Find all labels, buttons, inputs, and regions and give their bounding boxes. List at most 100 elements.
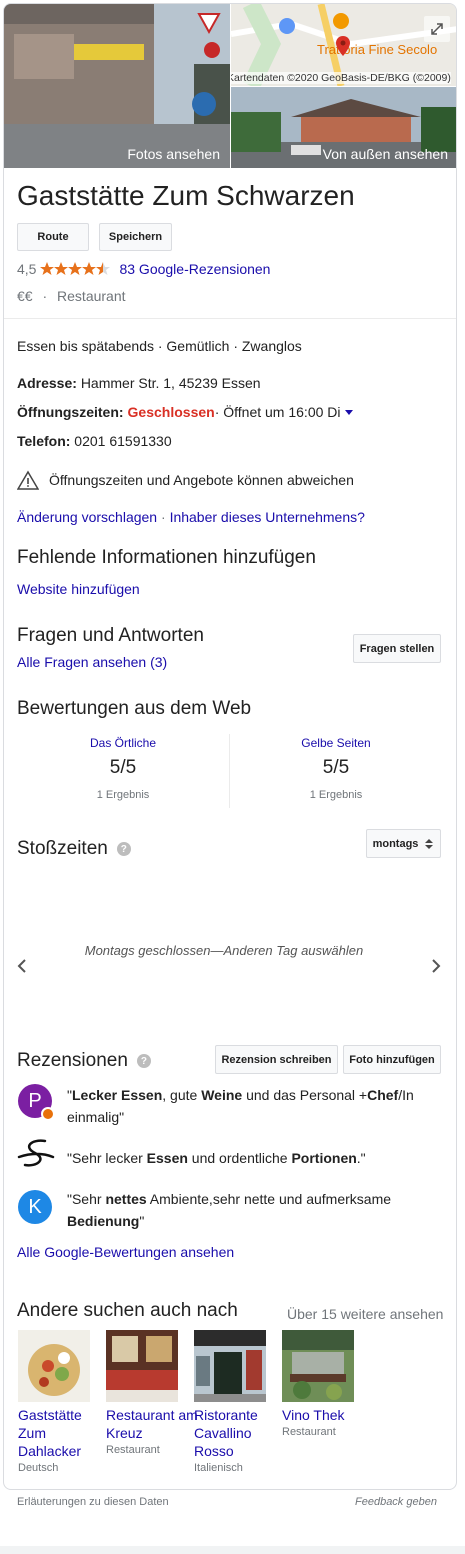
review-text: "Sehr lecker — [67, 1150, 147, 1166]
review-snippet[interactable]: "Lecker Essen, gute Weine und das Person… — [67, 1084, 437, 1128]
google-reviews-link[interactable]: 83 Google-Rezensionen — [119, 261, 270, 277]
review-text: "Sehr — [67, 1191, 106, 1207]
rating-value: 4,5 — [17, 261, 37, 277]
popular-times-title: Stoßzeiten ? — [17, 838, 131, 860]
star-rating — [40, 262, 112, 276]
hours-status: Geschlossen — [127, 404, 215, 420]
phone-row: Telefon: 0201 61591330 — [17, 433, 172, 449]
price-category-row: €€ · Restaurant — [17, 288, 126, 304]
day-select[interactable]: montags — [366, 829, 441, 858]
all-reviews-link[interactable]: Alle Google-Bewertungen ansehen — [17, 1244, 234, 1260]
rating-row: 4,5 83 Google-Rezensionen — [17, 261, 270, 277]
related-place-thumb[interactable] — [194, 1330, 266, 1402]
help-icon[interactable]: ? — [116, 842, 131, 856]
edit-links: Änderung vorschlagen · Inhaber dieses Un… — [17, 509, 365, 525]
phone-label: Telefon: — [17, 433, 71, 449]
photos-label: Fotos ansehen — [127, 146, 220, 162]
signature-logo-icon — [17, 1139, 55, 1167]
more-results-link[interactable]: Über 15 weitere ansehen — [287, 1306, 443, 1322]
price-level: €€ — [17, 288, 33, 304]
hours-label: Öffnungszeiten: — [17, 404, 124, 420]
local-guide-badge-icon — [41, 1107, 55, 1121]
address-row: Adresse: Hammer Str. 1, 45239 Essen — [17, 375, 261, 391]
related-place-name[interactable]: Vino Thek — [282, 1406, 374, 1424]
separator: · — [42, 288, 48, 304]
star-icon — [40, 262, 111, 275]
source-name[interactable]: Gelbe Seiten — [230, 736, 442, 750]
all-questions-link[interactable]: Alle Fragen ansehen (3) — [17, 654, 167, 670]
hours-row[interactable]: Öffnungszeiten: Geschlossen · Öffnet um … — [17, 404, 353, 420]
add-website-link[interactable]: Website hinzufügen — [17, 581, 140, 597]
related-place-name[interactable]: Restaurant am Kreuz — [106, 1406, 198, 1442]
avatar: K — [18, 1190, 52, 1224]
popular-times-label: Stoßzeiten — [17, 838, 108, 859]
related-place-thumb[interactable] — [282, 1330, 354, 1402]
help-icon[interactable]: ? — [136, 1054, 151, 1068]
related-place-thumb[interactable] — [106, 1330, 178, 1402]
ask-question-button[interactable]: Fragen stellen — [353, 634, 441, 663]
review-text: und das Personal + — [242, 1087, 368, 1103]
source-count: 1 Ergebnis — [309, 789, 363, 801]
reviews-label: Rezensionen — [17, 1050, 128, 1071]
photo-main[interactable]: Fotos ansehen — [4, 4, 230, 168]
review-highlight: Lecker Essen — [71, 1087, 163, 1103]
category: Restaurant — [57, 288, 126, 304]
review-text: und ordentliche — [187, 1150, 292, 1166]
suggest-edit-link[interactable]: Änderung vorschlagen — [17, 509, 157, 525]
related-place-type: Deutsch — [18, 1462, 59, 1474]
route-button[interactable]: Route — [17, 223, 89, 251]
review-highlight: Chef — [367, 1087, 399, 1103]
warning-text: Öffnungszeiten und Angebote können abwei… — [49, 472, 354, 488]
review-text: , gute — [162, 1087, 202, 1103]
avatar-initial: K — [28, 1195, 42, 1218]
map-thumbnail[interactable]: Trattoria Fine Secolo Kartendaten ©2020 … — [231, 4, 456, 86]
day-select-value: montags — [372, 837, 419, 850]
web-reviews-title: Bewertungen aus dem Web — [17, 698, 252, 719]
related-place-name[interactable]: Ristorante Cavallino Rosso — [194, 1406, 286, 1460]
chevron-left-icon[interactable] — [16, 958, 28, 974]
source-score: 5/5 — [109, 757, 137, 778]
related-place-name[interactable]: Gaststätte Zum Dahlacker — [18, 1406, 110, 1460]
review-text: ." — [356, 1150, 366, 1166]
source-score: 5/5 — [322, 757, 350, 778]
place-title: Gaststätte Zum Schwarzen — [17, 180, 355, 211]
warning-icon — [17, 470, 39, 490]
divider — [4, 318, 456, 319]
owner-link[interactable]: Inhaber dieses Unternehmens? — [170, 509, 365, 525]
address-label: Adresse: — [17, 375, 77, 391]
expand-icon[interactable] — [424, 16, 450, 42]
review-text: " — [139, 1213, 145, 1229]
review-highlight: Essen — [146, 1150, 188, 1166]
avatar-initial: P — [28, 1089, 42, 1112]
reviews-title: Rezensionen ? — [17, 1050, 151, 1072]
avatar — [17, 1137, 55, 1171]
chevron-right-icon[interactable] — [430, 958, 442, 974]
attribute-tags: Essen bis spätabends · Gemütlich · Zwang… — [17, 338, 302, 354]
review-snippet[interactable]: "Sehr nettes Ambiente,sehr nette und auf… — [67, 1188, 437, 1232]
web-review-source[interactable]: Das Örtliche 5/5 1 Ergebnis — [17, 734, 229, 808]
photo-exterior[interactable]: Von außen ansehen — [231, 87, 456, 168]
avatar: P — [18, 1084, 55, 1121]
select-arrows-icon — [425, 838, 434, 849]
feedback-link[interactable]: Feedback geben — [355, 1496, 437, 1508]
related-place-thumb[interactable] — [18, 1330, 90, 1402]
save-button[interactable]: Speichern — [99, 223, 172, 251]
dropdown-arrow-icon[interactable] — [344, 409, 353, 415]
review-snippet[interactable]: "Sehr lecker Essen und ordentliche Porti… — [67, 1147, 437, 1169]
add-photo-button[interactable]: Foto hinzufügen — [343, 1045, 441, 1074]
also-search-title: Andere suchen auch nach — [17, 1300, 238, 1321]
photo-main-image — [4, 4, 230, 168]
address-value: Hammer Str. 1, 45239 Essen — [80, 375, 261, 391]
phone-value[interactable]: 0201 61591330 — [74, 433, 171, 449]
related-place-type: Restaurant — [282, 1426, 336, 1438]
hours-warning: Öffnungszeiten und Angebote können abwei… — [17, 470, 354, 490]
data-explanation-link[interactable]: Erläuterungen zu diesen Daten — [17, 1496, 169, 1508]
related-place-type: Restaurant — [106, 1444, 160, 1456]
review-text: Ambiente,sehr nette und aufmerksame — [146, 1191, 392, 1207]
write-review-button[interactable]: Rezension schreiben — [215, 1045, 338, 1074]
bottom-divider — [0, 1546, 465, 1554]
map-credit: Kartendaten ©2020 GeoBasis-DE/BKG (©2009… — [231, 72, 451, 84]
source-name[interactable]: Das Örtliche — [17, 736, 229, 750]
related-place-type: Italienisch — [194, 1462, 243, 1474]
web-review-source[interactable]: Gelbe Seiten 5/5 1 Ergebnis — [230, 734, 442, 808]
